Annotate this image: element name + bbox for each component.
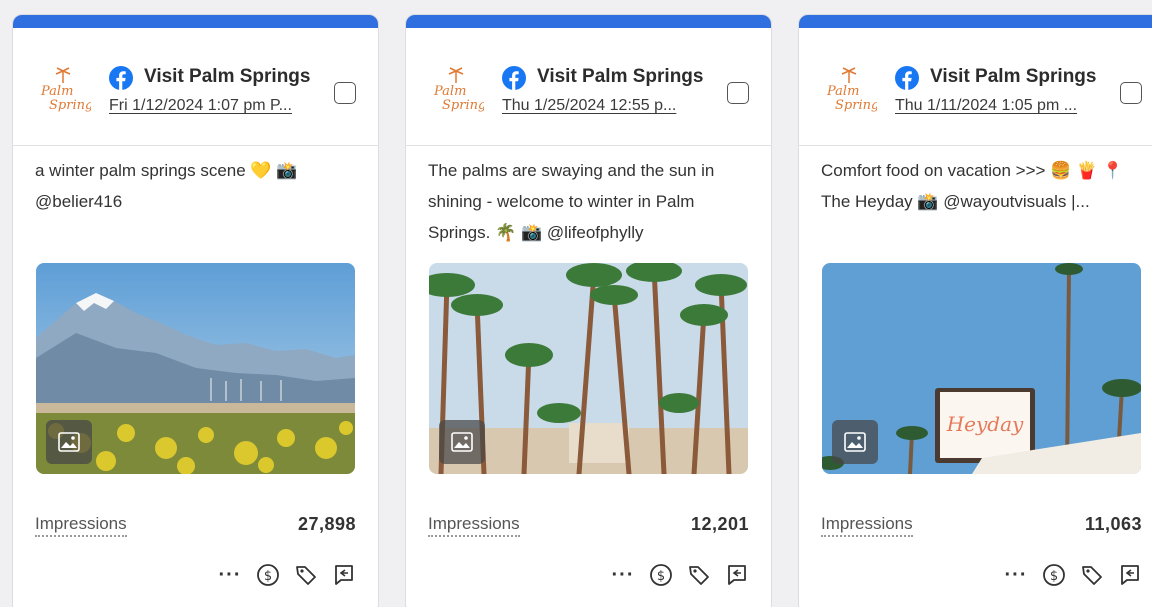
- svg-text:Springs: Springs: [49, 98, 91, 113]
- tag-icon[interactable]: [294, 563, 318, 587]
- svg-text:$: $: [264, 569, 272, 584]
- svg-text:$: $: [657, 569, 665, 584]
- post-image[interactable]: [429, 263, 748, 474]
- post-date-link[interactable]: Fri 1/12/2024 1:07 pm P...: [109, 97, 292, 115]
- impressions-value: 12,201: [690, 514, 749, 534]
- reply-icon[interactable]: [1118, 563, 1142, 587]
- account-name[interactable]: Visit Palm Springs: [930, 66, 1096, 88]
- post-card[interactable]: Palm Springs Visit Palm Springs Thu 1/25…: [405, 14, 772, 607]
- tag-icon[interactable]: [687, 563, 711, 587]
- svg-text:Springs: Springs: [835, 98, 877, 113]
- select-checkbox[interactable]: [334, 82, 356, 104]
- tag-icon[interactable]: [1080, 563, 1104, 587]
- palm-springs-logo: Palm Springs: [40, 67, 91, 113]
- image-icon: [844, 432, 866, 452]
- palm-springs-logo: Palm Springs: [433, 67, 484, 113]
- more-icon[interactable]: ···: [611, 563, 635, 587]
- svg-text:Palm: Palm: [826, 84, 859, 99]
- more-icon[interactable]: ···: [1004, 563, 1028, 587]
- select-checkbox[interactable]: [1120, 82, 1142, 104]
- post-date-link[interactable]: Thu 1/25/2024 12:55 p...: [502, 97, 676, 115]
- card-accent-bar: [13, 15, 378, 28]
- svg-text:Palm: Palm: [433, 84, 466, 99]
- post-date-link[interactable]: Thu 1/11/2024 1:05 pm ...: [895, 97, 1077, 115]
- dollar-icon[interactable]: $: [1042, 563, 1066, 587]
- facebook-icon: [895, 66, 919, 90]
- svg-text:Springs: Springs: [442, 98, 484, 113]
- image-type-badge: [439, 420, 485, 464]
- post-image[interactable]: Heyday: [822, 263, 1141, 474]
- svg-text:Palm: Palm: [40, 84, 73, 99]
- impressions-label[interactable]: Impressions: [821, 514, 913, 537]
- impressions-value: 27,898: [297, 514, 356, 534]
- impressions-label[interactable]: Impressions: [35, 514, 127, 537]
- card-actions: ··· $: [611, 563, 749, 587]
- image-icon: [58, 432, 80, 452]
- palm-springs-logo: Palm Springs: [826, 67, 877, 113]
- post-card[interactable]: Palm Springs Visit Palm Springs Thu 1/11…: [798, 14, 1152, 607]
- select-checkbox[interactable]: [727, 82, 749, 104]
- card-accent-bar: [406, 15, 771, 28]
- post-image[interactable]: [36, 263, 355, 474]
- image-type-badge: [832, 420, 878, 464]
- card-actions: ··· $: [1004, 563, 1142, 587]
- dollar-icon[interactable]: $: [256, 563, 280, 587]
- more-icon[interactable]: ···: [218, 563, 242, 587]
- image-type-badge: [46, 420, 92, 464]
- card-accent-bar: [799, 15, 1152, 28]
- post-caption: a winter palm springs scene 💛 📸 @belier4…: [35, 161, 298, 211]
- facebook-icon: [502, 66, 526, 90]
- card-header: Palm Springs Visit Palm Springs Fri 1/12…: [13, 28, 378, 146]
- image-icon: [451, 432, 473, 452]
- post-caption: Comfort food on vacation >>> 🍔 🍟 📍 The H…: [821, 161, 1124, 211]
- card-header: Palm Springs Visit Palm Springs Thu 1/11…: [799, 28, 1152, 146]
- reply-icon[interactable]: [332, 563, 356, 587]
- svg-text:$: $: [1050, 569, 1058, 584]
- post-caption: The palms are swaying and the sun in shi…: [428, 161, 715, 242]
- post-card[interactable]: Palm Springs Visit Palm Springs Fri 1/12…: [12, 14, 379, 607]
- svg-text:Heyday: Heyday: [946, 412, 1024, 436]
- card-actions: ··· $: [218, 563, 356, 587]
- facebook-icon: [109, 66, 133, 90]
- dollar-icon[interactable]: $: [649, 563, 673, 587]
- account-name[interactable]: Visit Palm Springs: [144, 66, 310, 88]
- card-header: Palm Springs Visit Palm Springs Thu 1/25…: [406, 28, 771, 146]
- impressions-label[interactable]: Impressions: [428, 514, 520, 537]
- reply-icon[interactable]: [725, 563, 749, 587]
- impressions-value: 11,063: [1084, 514, 1142, 534]
- account-name[interactable]: Visit Palm Springs: [537, 66, 703, 88]
